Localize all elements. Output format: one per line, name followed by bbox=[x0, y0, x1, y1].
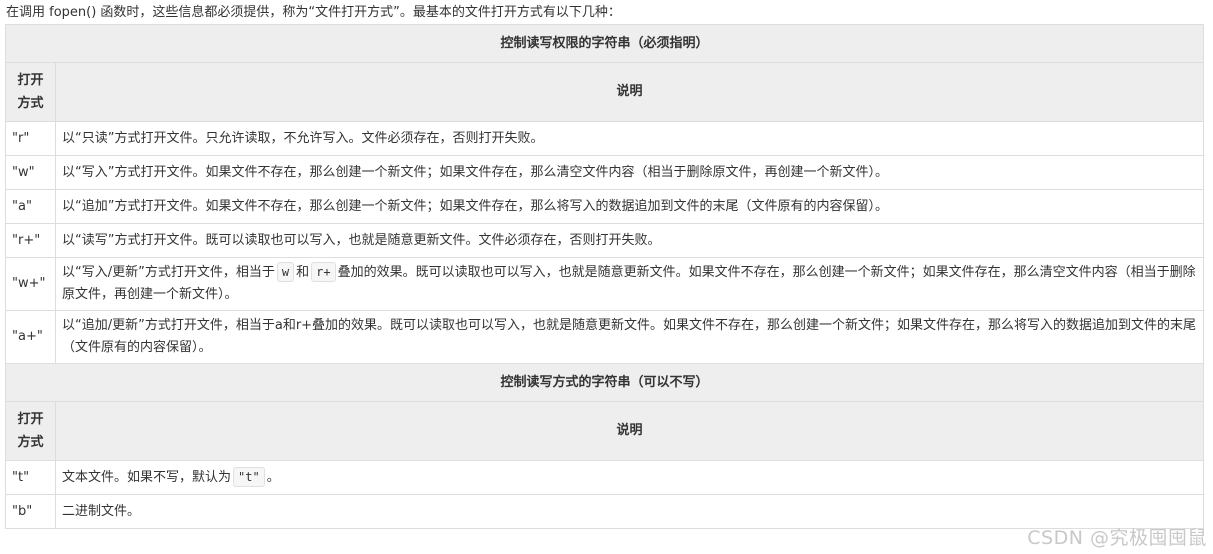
column-header-row: 打开方式 说明 bbox=[5, 62, 1204, 122]
column-header-row: 打开方式 说明 bbox=[5, 401, 1204, 461]
description-cell: 以“读写”方式打开文件。既可以读取也可以写入，也就是随意更新文件。文件必须存在，… bbox=[55, 223, 1204, 258]
table-row: "a" 以“追加”方式打开文件。如果文件不存在，那么创建一个新文件；如果文件存在… bbox=[5, 189, 1204, 224]
mode-cell: "w" bbox=[5, 155, 56, 190]
description-cell: 以“追加/更新”方式打开文件，相当于a和r+叠加的效果。既可以读取也可以写入，也… bbox=[55, 310, 1204, 364]
column-header-description: 说明 bbox=[55, 62, 1204, 122]
description-text: 以“写入/更新”方式打开文件，相当于 bbox=[62, 265, 275, 280]
section-title: 控制读写权限的字符串（必须指明） bbox=[5, 24, 1204, 63]
table-row: "r" 以“只读”方式打开文件。只允许读取，不允许写入。文件必须存在，否则打开失… bbox=[5, 121, 1204, 156]
description-text: 。 bbox=[266, 469, 280, 485]
description-cell: 文本文件。如果不写，默认为 "t"。 bbox=[55, 460, 1204, 495]
column-header-description: 说明 bbox=[55, 401, 1204, 461]
mode-cell: "r+" bbox=[5, 223, 56, 258]
inline-code: r+ bbox=[311, 262, 336, 282]
mode-cell: "a" bbox=[5, 189, 56, 224]
mode-cell: "t" bbox=[5, 460, 56, 495]
description-text: 和 bbox=[296, 265, 310, 280]
table-row: "b" 二进制文件。 bbox=[5, 494, 1204, 529]
table-row: "w+" 以“写入/更新”方式打开文件，相当于 w 和 r+ 叠加的效果。既可以读取也可… bbox=[5, 257, 1204, 311]
mode-cell: "w+" bbox=[5, 257, 56, 311]
intro-text: 在调用 fopen() 函数时，这些信息都必须提供，称为“文件打开方式”。最基本… bbox=[6, 5, 621, 20]
description-cell: 以“写入”方式打开文件。如果文件不存在，那么创建一个新文件；如果文件存在，那么清… bbox=[55, 155, 1204, 190]
section-header-read-mode: 控制读写方式的字符串（可以不写） bbox=[5, 363, 1204, 402]
section-title: 控制读写方式的字符串（可以不写） bbox=[5, 363, 1204, 402]
description-cell: 以“只读”方式打开文件。只允许读取，不允许写入。文件必须存在，否则打开失败。 bbox=[55, 121, 1204, 156]
section-header-permissions: 控制读写权限的字符串（必须指明） bbox=[5, 24, 1204, 63]
table-row: "t" 文本文件。如果不写，默认为 "t"。 bbox=[5, 460, 1204, 495]
description-text: 文本文件。如果不写，默认为 bbox=[62, 469, 232, 485]
file-open-modes-table: 控制读写权限的字符串（必须指明） 打开方式 说明 "r" 以“只读”方式打开文件… bbox=[5, 24, 1204, 529]
mode-cell: "r" bbox=[5, 121, 56, 156]
table-row: "a+" 以“追加/更新”方式打开文件，相当于a和r+叠加的效果。既可以读取也可… bbox=[5, 310, 1204, 364]
column-header-mode: 打开方式 bbox=[5, 401, 56, 461]
mode-cell: "b" bbox=[5, 494, 56, 529]
inline-code: "t" bbox=[233, 466, 265, 487]
watermark: CSDN @究极囤囤鼠 bbox=[1027, 527, 1207, 549]
description-cell: 以“追加”方式打开文件。如果文件不存在，那么创建一个新文件；如果文件存在，那么将… bbox=[55, 189, 1204, 224]
description-cell: 以“写入/更新”方式打开文件，相当于 w 和 r+ 叠加的效果。既可以读取也可以写入，也… bbox=[55, 257, 1204, 311]
mode-cell: "a+" bbox=[5, 310, 56, 364]
table-row: "r+" 以“读写”方式打开文件。既可以读取也可以写入，也就是随意更新文件。文件… bbox=[5, 223, 1204, 258]
inline-code: w bbox=[276, 262, 295, 282]
table-row: "w" 以“写入”方式打开文件。如果文件不存在，那么创建一个新文件；如果文件存在… bbox=[5, 155, 1204, 190]
column-header-mode: 打开方式 bbox=[5, 62, 56, 122]
